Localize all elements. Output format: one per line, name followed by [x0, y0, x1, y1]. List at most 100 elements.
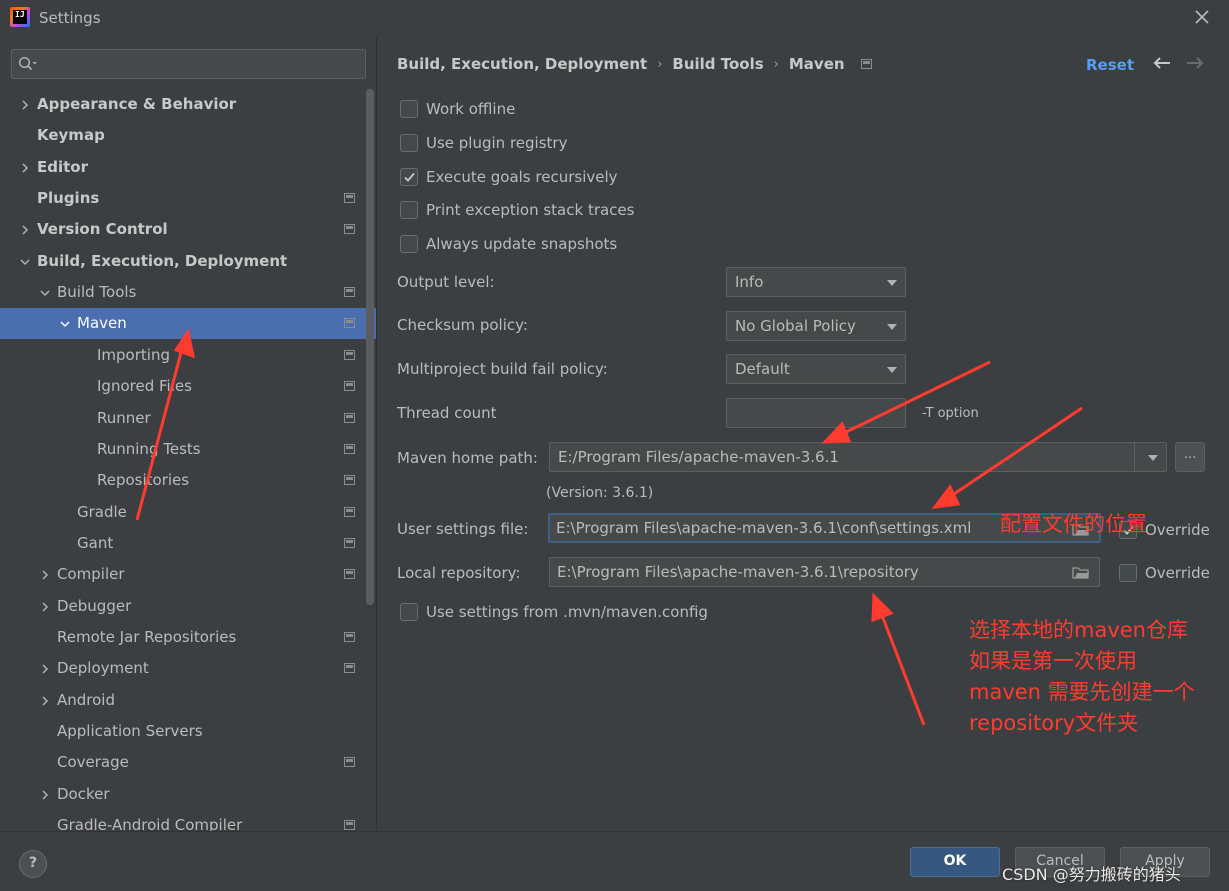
breadcrumb: Build, Execution, Deployment › Build Too… — [397, 55, 872, 73]
sidebar-item-gant[interactable]: Gant — [0, 528, 376, 559]
sidebar-item-label: Plugins — [37, 189, 100, 208]
multiproject-policy-value: Default — [735, 360, 790, 378]
checksum-policy-select[interactable]: No Global Policy — [726, 311, 906, 341]
sidebar-item-appearance-behavior[interactable]: Appearance & Behavior — [0, 89, 376, 120]
sidebar-item-build-tools[interactable]: Build Tools — [0, 277, 376, 308]
project-level-icon — [344, 820, 355, 831]
maven-home-value[interactable]: E:/Program Files/apache-maven-3.6.1 — [558, 448, 839, 466]
multiproject-policy-select[interactable]: Default — [726, 354, 906, 384]
always-update-snapshots-checkbox[interactable]: Always update snapshots — [400, 233, 617, 255]
ok-label: OK — [943, 853, 967, 869]
sidebar-item-importing[interactable]: Importing — [0, 340, 376, 371]
sidebar-scrollbar[interactable] — [366, 89, 374, 605]
annotation-settings-note: 配置文件的位置 — [1000, 512, 1147, 536]
print-exception-checkbox[interactable]: Print exception stack traces — [400, 199, 634, 221]
chevron-right-icon[interactable] — [19, 99, 31, 111]
chevron-right-icon[interactable] — [39, 695, 51, 707]
output-level-label: Output level: — [397, 273, 495, 291]
sidebar-item-debugger[interactable]: Debugger — [0, 591, 376, 622]
sidebar-item-maven[interactable]: Maven — [0, 308, 376, 340]
settings-search-input[interactable] — [11, 49, 366, 79]
checkbox-box[interactable] — [400, 134, 418, 152]
chevron-down-icon[interactable] — [19, 256, 31, 268]
output-level-select[interactable]: Info — [726, 267, 906, 297]
checkbox-label: Execute goals recursively — [426, 168, 618, 186]
chevron-down-icon[interactable] — [39, 287, 51, 299]
sidebar-item-label: Compiler — [57, 565, 125, 584]
chevron-right-icon[interactable] — [19, 224, 31, 236]
chevron-right-icon[interactable] — [39, 601, 51, 613]
user-settings-label: User settings file: — [397, 520, 529, 538]
checkbox-box[interactable] — [400, 235, 418, 253]
project-level-icon — [344, 757, 355, 768]
sidebar-item-deployment[interactable]: Deployment — [0, 653, 376, 684]
sidebar-item-runner[interactable]: Runner — [0, 403, 376, 434]
chevron-right-icon[interactable] — [19, 162, 31, 174]
sidebar-item-android[interactable]: Android — [0, 685, 376, 716]
maven-home-browse-button[interactable]: ... — [1175, 442, 1205, 472]
execute-goals-recursively-checkbox[interactable]: Execute goals recursively — [400, 166, 618, 188]
thread-count-label: Thread count — [397, 404, 497, 422]
sidebar-item-repositories[interactable]: Repositories — [0, 465, 376, 496]
breadcrumb-item-maven: Maven — [788, 55, 845, 73]
folder-icon[interactable] — [1072, 566, 1090, 580]
checkbox-box[interactable] — [1119, 564, 1137, 582]
project-level-icon — [344, 381, 355, 392]
forward-arrow-icon[interactable] — [1185, 55, 1205, 71]
checksum-policy-label: Checksum policy: — [397, 316, 528, 334]
chevron-right-icon[interactable] — [39, 663, 51, 675]
sidebar-item-label: Remote Jar Repositories — [57, 627, 237, 646]
reset-button[interactable]: Reset — [1086, 56, 1134, 74]
output-level-value: Info — [735, 273, 764, 291]
sidebar-item-label: Maven — [77, 314, 127, 333]
annotation-repo-note-2: 如果是第一次使用 — [969, 649, 1137, 673]
close-icon[interactable] — [1193, 8, 1211, 26]
sidebar-item-plugins[interactable]: Plugins — [0, 183, 376, 214]
project-level-icon — [344, 318, 355, 329]
ok-button[interactable]: OK — [910, 847, 1000, 877]
sidebar-item-label: Appearance & Behavior — [37, 95, 237, 113]
sidebar-item-coverage[interactable]: Coverage — [0, 747, 376, 778]
chevron-right-icon[interactable] — [39, 789, 51, 801]
settings-sidebar: Appearance & Behavior Keymap Editor Plugins… — [0, 36, 376, 834]
sidebar-item-label: Runner — [97, 408, 151, 427]
sidebar-item-label: Repositories — [97, 471, 190, 490]
sidebar-item-docker[interactable]: Docker — [0, 779, 376, 810]
use-mvn-config-checkbox[interactable]: Use settings from .mvn/maven.config — [400, 601, 708, 623]
checkbox-box-checked[interactable] — [400, 168, 418, 186]
browse-label: ... — [1184, 447, 1197, 462]
breadcrumb-item-build-execution[interactable]: Build, Execution, Deployment — [397, 55, 647, 73]
sidebar-item-version-control[interactable]: Version Control — [0, 214, 376, 245]
checkmark-icon — [404, 172, 415, 182]
use-plugin-registry-checkbox[interactable]: Use plugin registry — [400, 132, 567, 154]
sidebar-item-running-tests[interactable]: Running Tests — [0, 434, 376, 465]
sidebar-item-editor[interactable]: Editor — [0, 152, 376, 183]
sidebar-item-compiler[interactable]: Compiler — [0, 559, 376, 590]
sidebar-item-application-servers[interactable]: Application Servers — [0, 716, 376, 747]
project-level-icon — [344, 631, 355, 642]
work-offline-checkbox[interactable]: Work offline — [400, 98, 515, 120]
checkbox-box[interactable] — [400, 100, 418, 118]
sidebar-item-keymap[interactable]: Keymap — [0, 120, 376, 151]
checkbox-box[interactable] — [400, 603, 418, 621]
local-repository-input[interactable]: E:\Program Files\apache-maven-3.6.1\repo… — [549, 557, 1100, 587]
project-level-icon — [344, 443, 355, 454]
sidebar-item-build-execution-deployment[interactable]: Build, Execution, Deployment — [0, 246, 376, 277]
sidebar-item-gradle[interactable]: Gradle — [0, 497, 376, 528]
local-repository-override-checkbox[interactable]: Override — [1119, 562, 1210, 584]
thread-count-hint: -T option — [922, 406, 979, 421]
project-level-icon — [344, 663, 355, 674]
chevron-down-icon[interactable] — [59, 318, 71, 330]
sidebar-item-remote-jar-repositories[interactable]: Remote Jar Repositories — [0, 622, 376, 653]
sidebar-item-ignored-files[interactable]: Ignored Files — [0, 371, 376, 402]
help-button[interactable]: ? — [19, 850, 47, 878]
maven-home-select[interactable]: E:/Program Files/apache-maven-3.6.1 — [549, 442, 1167, 472]
maven-home-label: Maven home path: — [397, 449, 538, 467]
thread-count-input[interactable] — [726, 398, 906, 428]
back-arrow-icon[interactable] — [1152, 55, 1172, 71]
chevron-right-icon[interactable] — [39, 569, 51, 581]
csdn-watermark: CSDN @努力搬砖的猪头 — [1002, 865, 1181, 884]
checkbox-label: Print exception stack traces — [426, 201, 635, 219]
checkbox-box[interactable] — [400, 201, 418, 219]
breadcrumb-item-build-tools[interactable]: Build Tools — [672, 55, 763, 73]
